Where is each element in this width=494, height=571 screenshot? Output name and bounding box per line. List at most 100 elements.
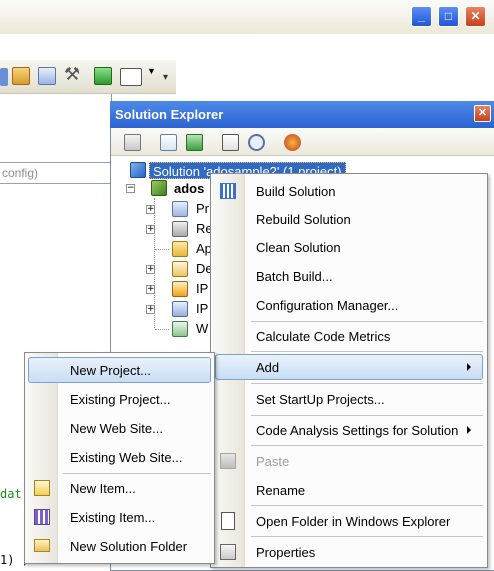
paste-icon bbox=[220, 453, 236, 469]
submenu-item-existing-project[interactable]: Existing Project... bbox=[25, 385, 214, 413]
menu-item-configuration-manager[interactable]: Configuration Manager... bbox=[211, 291, 487, 319]
submenu-item-new-solution-folder[interactable]: New Solution Folder bbox=[25, 532, 214, 560]
toolbox-icon[interactable]: ⚒ bbox=[64, 64, 80, 85]
web-config-icon bbox=[172, 321, 188, 337]
menu-separator bbox=[251, 536, 483, 537]
menu-item-open-folder[interactable]: Open Folder in Windows Explorer bbox=[211, 507, 487, 535]
build-icon bbox=[220, 183, 236, 199]
menu-item-label: Code Analysis Settings for Solution bbox=[256, 422, 459, 438]
menu-item-label: Open Folder in Windows Explorer bbox=[256, 513, 451, 529]
start-page-icon[interactable] bbox=[94, 67, 112, 85]
code-fragment: dat bbox=[0, 487, 22, 501]
show-all-files-icon[interactable] bbox=[160, 134, 177, 151]
menu-separator bbox=[251, 351, 483, 352]
menu-item-clean-solution[interactable]: Clean Solution bbox=[211, 233, 487, 261]
menu-item-calculate-code-metrics[interactable]: Calculate Code Metrics bbox=[211, 322, 487, 350]
solution-explorer-title: Solution Explorer bbox=[110, 101, 494, 128]
object-browser-icon[interactable] bbox=[38, 67, 56, 85]
menu-item-properties[interactable]: Properties bbox=[211, 538, 487, 566]
expand-toggle[interactable]: + bbox=[146, 305, 155, 314]
menu-separator bbox=[251, 383, 483, 384]
new-item-icon bbox=[34, 480, 50, 496]
tree-connector bbox=[155, 329, 169, 330]
properties-icon bbox=[220, 544, 236, 560]
solution-context-menu: Build Solution Rebuild Solution Clean So… bbox=[210, 173, 488, 568]
close-icon: ✕ bbox=[470, 9, 481, 23]
expand-toggle[interactable]: + bbox=[146, 225, 155, 234]
tree-item-label[interactable]: W bbox=[196, 321, 208, 336]
toolbar-icon-partial[interactable] bbox=[0, 68, 8, 86]
submenu-item-new-project[interactable]: New Project... bbox=[25, 356, 214, 384]
maximize-icon: □ bbox=[444, 9, 453, 23]
menu-item-label: Batch Build... bbox=[256, 268, 333, 284]
class-diagram-icon[interactable] bbox=[248, 134, 265, 151]
view-code-icon[interactable] bbox=[222, 134, 239, 151]
properties-folder-icon bbox=[172, 201, 188, 217]
existing-item-icon bbox=[34, 509, 50, 525]
tree-item-label[interactable]: IP bbox=[196, 301, 208, 316]
open-folder-icon bbox=[221, 512, 235, 530]
solution-icon bbox=[130, 162, 146, 178]
menu-item-label: Calculate Code Metrics bbox=[256, 328, 391, 344]
menu-item-label: Paste bbox=[256, 453, 290, 469]
member-dropdown[interactable]: config) bbox=[0, 162, 112, 184]
close-icon: ✕ bbox=[477, 107, 488, 119]
menu-item-label: Rename bbox=[256, 482, 306, 498]
expand-toggle[interactable]: + bbox=[146, 205, 155, 214]
menu-item-label: Configuration Manager... bbox=[256, 297, 399, 313]
tree-connector bbox=[155, 249, 169, 250]
menu-item-label: New Project... bbox=[70, 362, 151, 378]
expand-toggle[interactable]: + bbox=[146, 285, 155, 294]
menu-separator bbox=[251, 445, 483, 446]
command-window-icon[interactable] bbox=[120, 68, 142, 86]
menu-item-label: Existing Project... bbox=[70, 391, 171, 407]
project-label[interactable]: ados bbox=[174, 181, 204, 196]
file-icon bbox=[172, 261, 188, 277]
tree-item-label[interactable]: Pr bbox=[196, 201, 209, 216]
menu-item-rename[interactable]: Rename bbox=[211, 476, 487, 504]
menu-item-batch-build[interactable]: Batch Build... bbox=[211, 262, 487, 290]
refresh-icon[interactable] bbox=[186, 134, 203, 151]
menu-item-paste[interactable]: Paste bbox=[211, 447, 487, 475]
menu-item-label: Properties bbox=[256, 544, 316, 560]
submenu-item-existing-web-site[interactable]: Existing Web Site... bbox=[25, 443, 214, 471]
add-submenu: New Project... Existing Project... New W… bbox=[24, 352, 215, 564]
toolbar-dropdown-icon[interactable]: ▼ bbox=[147, 66, 156, 76]
file-icon bbox=[172, 281, 188, 297]
properties-icon[interactable] bbox=[124, 134, 141, 151]
menu-item-label: Clean Solution bbox=[256, 239, 341, 255]
submenu-item-existing-item[interactable]: Existing Item... bbox=[25, 503, 214, 531]
menu-item-set-startup-projects[interactable]: Set StartUp Projects... bbox=[211, 385, 487, 413]
menu-item-label: New Web Site... bbox=[70, 420, 163, 436]
toolbar-overflow-icon[interactable]: ▾ bbox=[163, 72, 168, 83]
view-class-icon[interactable] bbox=[284, 134, 301, 151]
submenu-item-new-web-site[interactable]: New Web Site... bbox=[25, 414, 214, 442]
menu-item-label: Existing Item... bbox=[70, 509, 156, 525]
file-icon bbox=[172, 301, 188, 317]
menu-item-label: Build Solution bbox=[256, 183, 336, 199]
menu-item-code-analysis-settings[interactable]: Code Analysis Settings for Solution bbox=[211, 416, 487, 444]
menu-item-label: Set StartUp Projects... bbox=[256, 391, 385, 407]
menu-item-add[interactable]: Add bbox=[211, 353, 487, 381]
menu-item-rebuild-solution[interactable]: Rebuild Solution bbox=[211, 205, 487, 233]
submenu-arrow-icon bbox=[467, 426, 471, 434]
menu-item-label: New Item... bbox=[70, 480, 136, 496]
close-window-button[interactable]: ✕ bbox=[465, 6, 486, 27]
menu-item-label: Rebuild Solution bbox=[256, 211, 351, 227]
menu-item-build-solution[interactable]: Build Solution bbox=[211, 177, 487, 205]
minimize-button[interactable]: _ bbox=[411, 6, 432, 27]
expand-toggle[interactable]: + bbox=[146, 265, 155, 274]
tree-item-label[interactable]: IP bbox=[196, 281, 208, 296]
references-icon bbox=[172, 221, 188, 237]
folder-icon bbox=[34, 539, 50, 552]
properties-window-icon[interactable] bbox=[12, 67, 30, 85]
collapse-toggle[interactable]: − bbox=[126, 184, 135, 193]
member-dropdown-text: config) bbox=[2, 166, 39, 180]
submenu-arrow-icon bbox=[467, 363, 471, 371]
menu-separator bbox=[251, 505, 483, 506]
minimize-icon: _ bbox=[418, 9, 425, 23]
submenu-item-new-item[interactable]: New Item... bbox=[25, 474, 214, 502]
maximize-button[interactable]: □ bbox=[438, 6, 459, 27]
project-icon bbox=[151, 180, 167, 196]
close-panel-button[interactable]: ✕ bbox=[474, 105, 491, 122]
